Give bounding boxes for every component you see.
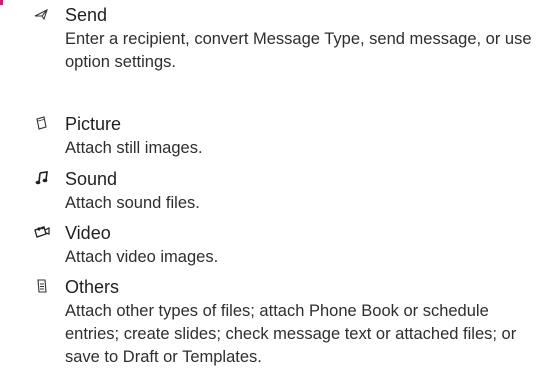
item-description: Enter a recipient, convert Message Type,…: [65, 30, 532, 71]
video-icon: [34, 225, 50, 239]
sound-icon: [34, 171, 50, 185]
item-description: Attach sound files.: [65, 194, 200, 212]
item-title: Video: [65, 223, 111, 243]
page-marker: [0, 0, 3, 5]
item-title: Sound: [65, 169, 118, 189]
item-description: Attach other types of files; attach Phon…: [65, 302, 517, 366]
picture-icon: [34, 116, 50, 130]
item-description: Attach video images.: [65, 248, 219, 266]
send-icon: [34, 7, 50, 21]
item-description: Attach still images.: [65, 139, 203, 157]
item-title: Send: [65, 5, 108, 25]
item-title: Picture: [65, 114, 122, 134]
item-title: Others: [65, 277, 120, 297]
others-icon: [34, 279, 50, 293]
